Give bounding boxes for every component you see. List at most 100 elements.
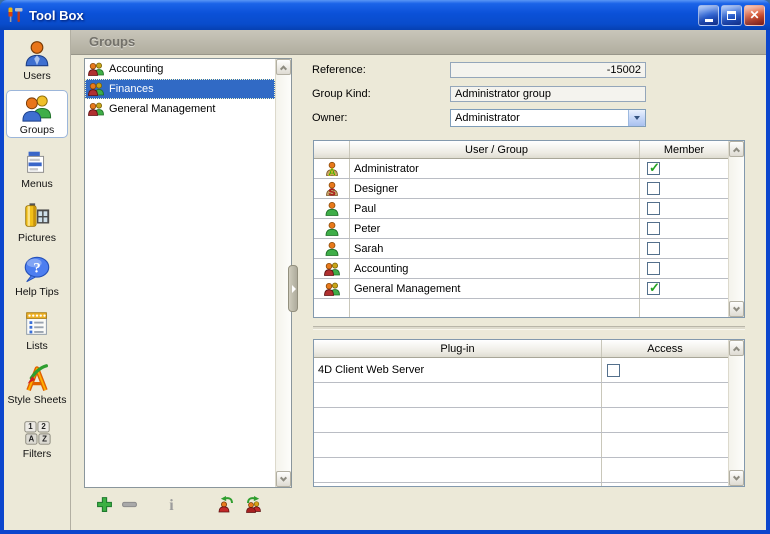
group-info-button[interactable]: i bbox=[163, 496, 180, 513]
svg-text:S: S bbox=[328, 186, 335, 197]
lists-icon bbox=[7, 309, 67, 340]
group-list-toolbar: i bbox=[96, 494, 263, 514]
sidebar-item-menus[interactable]: Menus bbox=[6, 144, 68, 192]
member-checkbox[interactable] bbox=[647, 182, 660, 195]
member-row[interactable]: Paul bbox=[314, 199, 728, 219]
add-group-button[interactable] bbox=[96, 496, 113, 513]
users-icon bbox=[7, 39, 67, 70]
member-name bbox=[350, 299, 640, 317]
member-name: Paul bbox=[350, 199, 640, 218]
access-checkbox[interactable] bbox=[607, 364, 620, 377]
sidebar-item-label: Lists bbox=[7, 340, 67, 352]
member-checkbox[interactable] bbox=[647, 162, 660, 175]
scroll-up-button[interactable] bbox=[729, 340, 744, 356]
sidebar: Users Groups Menus Pictures ? Help Tips … bbox=[4, 30, 71, 530]
member-row[interactable]: S Designer bbox=[314, 179, 728, 199]
section-header: Groups bbox=[71, 30, 766, 55]
pictures-icon bbox=[7, 201, 67, 232]
member-name: Peter bbox=[350, 219, 640, 238]
sidebar-item-label: Users bbox=[7, 70, 67, 82]
plugin-column-header[interactable]: Plug-in bbox=[314, 340, 602, 357]
plugin-row[interactable] bbox=[314, 383, 728, 408]
svg-text:A: A bbox=[29, 434, 35, 443]
user-admin-icon: A bbox=[324, 161, 340, 177]
member-column-header[interactable]: Member bbox=[640, 141, 728, 158]
sidebar-item-groups[interactable]: Groups bbox=[6, 90, 68, 138]
menus-icon bbox=[7, 147, 67, 178]
member-checkbox[interactable] bbox=[647, 222, 660, 235]
member-table-scrollbar[interactable] bbox=[728, 141, 744, 317]
chevron-up-icon bbox=[733, 147, 740, 154]
vertical-splitter[interactable] bbox=[288, 265, 298, 312]
member-row[interactable]: Accounting bbox=[314, 259, 728, 279]
member-checkbox[interactable] bbox=[647, 282, 660, 295]
scroll-down-button[interactable] bbox=[729, 470, 744, 486]
sidebar-item-style-sheets[interactable]: Style Sheets bbox=[6, 360, 68, 408]
svg-text:?: ? bbox=[33, 260, 41, 276]
member-name: General Management bbox=[350, 279, 640, 298]
maximize-button[interactable] bbox=[721, 5, 742, 26]
group-row[interactable]: Accounting bbox=[85, 59, 275, 79]
group-list: Accounting Finances General Management bbox=[84, 58, 292, 488]
group-name: Accounting bbox=[109, 63, 163, 75]
help-icon: ? bbox=[7, 255, 67, 286]
member-row[interactable]: General Management bbox=[314, 279, 728, 299]
group-row[interactable]: Finances bbox=[85, 79, 275, 99]
sidebar-item-label: Help Tips bbox=[7, 286, 67, 298]
scroll-down-button[interactable] bbox=[276, 471, 291, 487]
member-checkbox[interactable] bbox=[647, 242, 660, 255]
member-row[interactable] bbox=[314, 299, 728, 317]
plugin-table-scrollbar[interactable] bbox=[728, 340, 744, 486]
member-row[interactable]: Sarah bbox=[314, 239, 728, 259]
scroll-up-button[interactable] bbox=[729, 141, 744, 157]
member-checkbox[interactable] bbox=[647, 202, 660, 215]
member-row[interactable]: Peter bbox=[314, 219, 728, 239]
scroll-down-button[interactable] bbox=[729, 301, 744, 317]
import-user-button[interactable] bbox=[217, 495, 235, 513]
users-arrow-right-icon bbox=[245, 495, 263, 513]
member-table-rows: A Administrator S Designer Paul Peter Sa… bbox=[314, 159, 728, 317]
sidebar-item-label: Style Sheets bbox=[7, 394, 67, 406]
close-button[interactable]: ✕ bbox=[744, 5, 765, 26]
group-icon bbox=[324, 261, 340, 277]
sidebar-item-pictures[interactable]: Pictures bbox=[6, 198, 68, 246]
minimize-button[interactable] bbox=[698, 5, 719, 26]
remove-group-button[interactable] bbox=[121, 496, 138, 513]
user-group-column-header[interactable]: User / Group bbox=[350, 141, 640, 158]
sidebar-item-users[interactable]: Users bbox=[6, 36, 68, 84]
chevron-up-icon bbox=[280, 65, 287, 72]
scroll-up-button[interactable] bbox=[276, 59, 291, 75]
svg-text:A: A bbox=[328, 166, 336, 177]
member-row[interactable]: A Administrator bbox=[314, 159, 728, 179]
minimize-icon bbox=[705, 19, 713, 22]
member-checkbox[interactable] bbox=[647, 262, 660, 275]
group-icon bbox=[88, 81, 104, 97]
member-name: Accounting bbox=[350, 259, 640, 278]
plugin-row[interactable]: 4D Client Web Server bbox=[314, 358, 728, 383]
chevron-down-icon bbox=[634, 116, 640, 120]
group-row[interactable]: General Management bbox=[85, 99, 275, 119]
access-column-header[interactable]: Access bbox=[602, 340, 728, 357]
plugin-row[interactable] bbox=[314, 483, 728, 486]
reference-label: Reference: bbox=[312, 64, 366, 76]
member-table: User / Group Member A Administrator S De… bbox=[313, 140, 745, 318]
sidebar-item-lists[interactable]: Lists bbox=[6, 306, 68, 354]
plugin-row[interactable] bbox=[314, 458, 728, 483]
titlebar[interactable]: Tool Box ✕ bbox=[0, 0, 770, 30]
plugin-row[interactable] bbox=[314, 408, 728, 433]
sidebar-item-label: Menus bbox=[7, 178, 67, 190]
user-icon bbox=[324, 221, 340, 237]
export-group-button[interactable] bbox=[245, 495, 263, 513]
plugin-row[interactable] bbox=[314, 433, 728, 458]
filters-icon: 12AZ bbox=[7, 417, 67, 448]
svg-text:2: 2 bbox=[41, 422, 46, 431]
owner-select[interactable]: Administrator bbox=[450, 109, 646, 127]
sidebar-item-filters[interactable]: 12AZ Filters bbox=[6, 414, 68, 462]
reference-field[interactable]: -15002 bbox=[450, 62, 646, 78]
group-name: Finances bbox=[109, 83, 154, 95]
sidebar-item-help-tips[interactable]: ? Help Tips bbox=[6, 252, 68, 300]
group-kind-field[interactable]: Administrator group bbox=[450, 86, 646, 102]
horizontal-splitter[interactable] bbox=[313, 326, 745, 330]
chevron-down-icon bbox=[733, 304, 740, 311]
owner-dropdown-button[interactable] bbox=[628, 110, 645, 126]
